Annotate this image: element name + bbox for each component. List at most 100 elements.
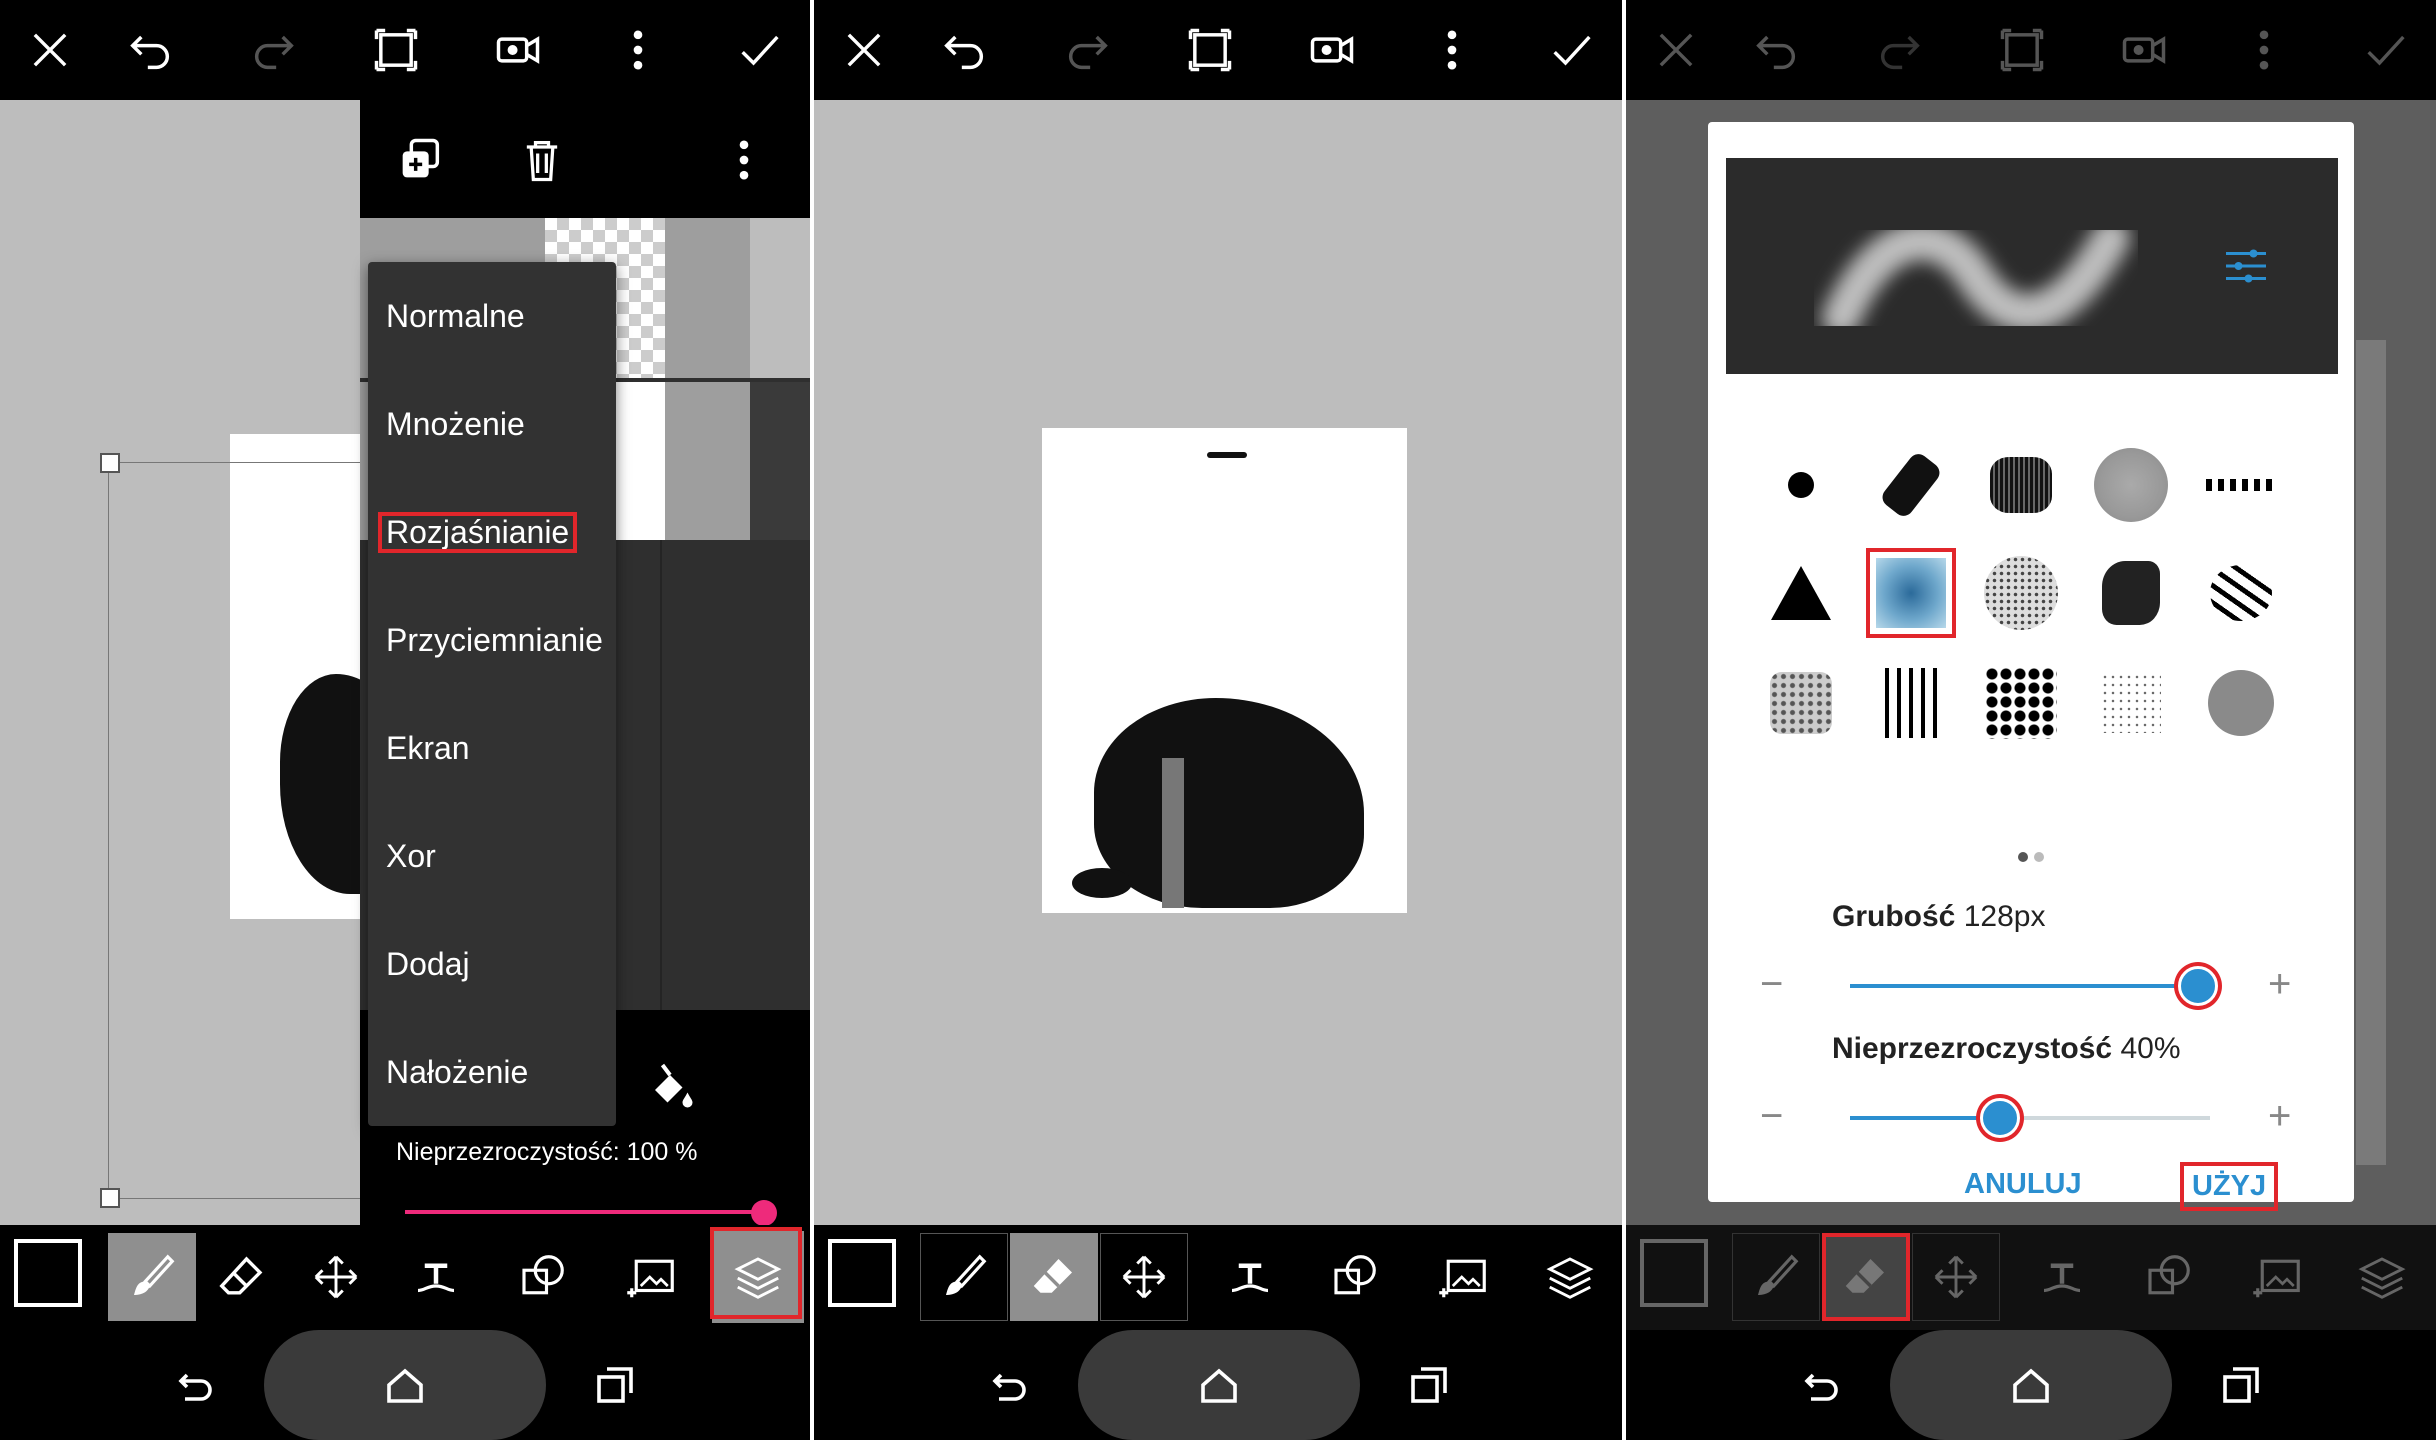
eraser-icon[interactable] [1010, 1233, 1098, 1321]
check-icon[interactable] [730, 20, 790, 80]
duplicate-layer-icon[interactable] [390, 130, 450, 190]
redo-icon[interactable] [1870, 20, 1930, 80]
blend-option-add[interactable]: Dodaj [368, 910, 616, 1018]
more-vert-icon[interactable] [608, 20, 668, 80]
opacity-slider[interactable] [405, 1200, 777, 1225]
color-swatch[interactable] [828, 1239, 896, 1307]
text-icon[interactable] [2018, 1233, 2106, 1321]
thickness-decrease[interactable]: − [1760, 962, 1783, 1007]
system-nav-bar [814, 1330, 1622, 1440]
undo-icon[interactable] [120, 20, 180, 80]
brush-option-texture[interactable] [1756, 658, 1846, 748]
brush-option-scatter[interactable] [2196, 548, 2286, 638]
blend-option-screen[interactable]: Ekran [368, 694, 616, 802]
brush-option-grunge[interactable] [2086, 548, 2176, 638]
blend-option-darken[interactable]: Przyciemnianie [368, 586, 616, 694]
top-bar [1626, 0, 2436, 100]
brush-option-splatter[interactable] [1976, 658, 2066, 748]
image-add-icon[interactable] [608, 1233, 696, 1321]
recent-apps-icon[interactable] [580, 1350, 650, 1420]
shape-icon[interactable] [1310, 1233, 1398, 1321]
thickness-slider-knob[interactable] [2178, 966, 2218, 1006]
layers-icon[interactable] [2338, 1233, 2426, 1321]
undo-icon[interactable] [1746, 20, 1806, 80]
brush-option-dots[interactable] [2196, 440, 2286, 530]
move-icon[interactable] [1912, 1233, 2000, 1321]
more-vert-icon[interactable] [1422, 20, 1482, 80]
redo-icon[interactable] [244, 20, 304, 80]
blend-option-normal[interactable]: Normalne [368, 262, 616, 370]
blend-option-overlay[interactable]: Nałożenie [368, 1018, 616, 1126]
crop-frame-icon[interactable] [1180, 20, 1240, 80]
blend-option-xor[interactable]: Xor [368, 802, 616, 910]
recent-apps-icon[interactable] [2206, 1350, 2276, 1420]
back-icon[interactable] [1786, 1350, 1856, 1420]
shape-icon[interactable] [498, 1233, 586, 1321]
back-icon[interactable] [974, 1350, 1044, 1420]
brush-option-round[interactable] [1756, 440, 1846, 530]
opacity-slider-knob[interactable] [1980, 1098, 2020, 1138]
brush-icon[interactable] [920, 1233, 1008, 1321]
move-icon[interactable] [292, 1233, 380, 1321]
thickness-increase[interactable]: + [2268, 962, 2291, 1007]
canvas-area[interactable] [814, 100, 1622, 1225]
shape-icon[interactable] [2124, 1233, 2212, 1321]
check-icon[interactable] [2356, 20, 2416, 80]
selection-handle[interactable] [100, 453, 120, 473]
video-record-icon[interactable] [488, 20, 548, 80]
home-icon[interactable] [1996, 1350, 2066, 1420]
canvas-area[interactable]: Nieprzezroczystość: 100 % Normalne Mnoże… [0, 100, 810, 1225]
selection-handle[interactable] [100, 1188, 120, 1208]
cancel-button[interactable]: ANULUJ [1964, 1168, 2082, 1201]
close-icon[interactable] [834, 20, 894, 80]
brush-option-lines[interactable] [1866, 658, 1956, 748]
crop-frame-icon[interactable] [366, 20, 426, 80]
check-icon[interactable] [1542, 20, 1602, 80]
color-swatch[interactable] [1640, 1239, 1708, 1307]
brush-option-chalk[interactable] [1866, 440, 1956, 530]
more-vert-icon[interactable] [2234, 20, 2294, 80]
opacity-slider-knob[interactable] [751, 1200, 777, 1225]
move-icon[interactable] [1100, 1233, 1188, 1321]
opacity-decrease[interactable]: − [1760, 1094, 1783, 1139]
brush-icon[interactable] [1732, 1233, 1820, 1321]
brush-option-spray[interactable] [1976, 548, 2066, 638]
brush-option-fine-spray[interactable] [2086, 658, 2176, 748]
brush-option-noise[interactable] [2086, 440, 2176, 530]
image-add-icon[interactable] [1420, 1233, 1508, 1321]
home-icon[interactable] [370, 1350, 440, 1420]
video-record-icon[interactable] [1302, 20, 1362, 80]
back-icon[interactable] [160, 1350, 230, 1420]
brush-option-triangle[interactable] [1756, 548, 1846, 638]
eraser-icon[interactable] [198, 1233, 286, 1321]
brush-settings-adjust-icon[interactable] [2216, 236, 2276, 296]
layer-thumb-edge [750, 218, 810, 378]
crop-frame-icon[interactable] [1992, 20, 2052, 80]
brush-option-bristle[interactable] [1976, 440, 2066, 530]
apply-button[interactable]: UŻYJ [2180, 1162, 2279, 1211]
close-icon[interactable] [1646, 20, 1706, 80]
text-icon[interactable] [1206, 1233, 1294, 1321]
brush-pager[interactable] [2014, 850, 2054, 864]
color-swatch[interactable] [14, 1239, 82, 1307]
thickness-slider[interactable] [1850, 966, 2218, 1006]
blend-option-lighten[interactable]: Rozjaśnianie [368, 478, 616, 586]
more-vert-icon[interactable] [714, 130, 774, 190]
recent-apps-icon[interactable] [1394, 1350, 1464, 1420]
undo-icon[interactable] [934, 20, 994, 80]
close-icon[interactable] [20, 20, 80, 80]
brush-icon[interactable] [108, 1233, 196, 1321]
layers-icon[interactable] [1526, 1233, 1614, 1321]
delete-icon[interactable] [512, 130, 572, 190]
opacity-increase[interactable]: + [2268, 1094, 2291, 1139]
redo-icon[interactable] [1058, 20, 1118, 80]
blend-mode-icon[interactable] [640, 1055, 700, 1115]
brush-option-solid-gray[interactable] [2196, 658, 2286, 748]
opacity-slider[interactable] [1850, 1098, 2210, 1138]
text-icon[interactable] [392, 1233, 480, 1321]
image-add-icon[interactable] [2234, 1233, 2322, 1321]
brush-sample [2101, 673, 2161, 733]
video-record-icon[interactable] [2114, 20, 2174, 80]
blend-option-multiply[interactable]: Mnożenie [368, 370, 616, 478]
home-icon[interactable] [1184, 1350, 1254, 1420]
